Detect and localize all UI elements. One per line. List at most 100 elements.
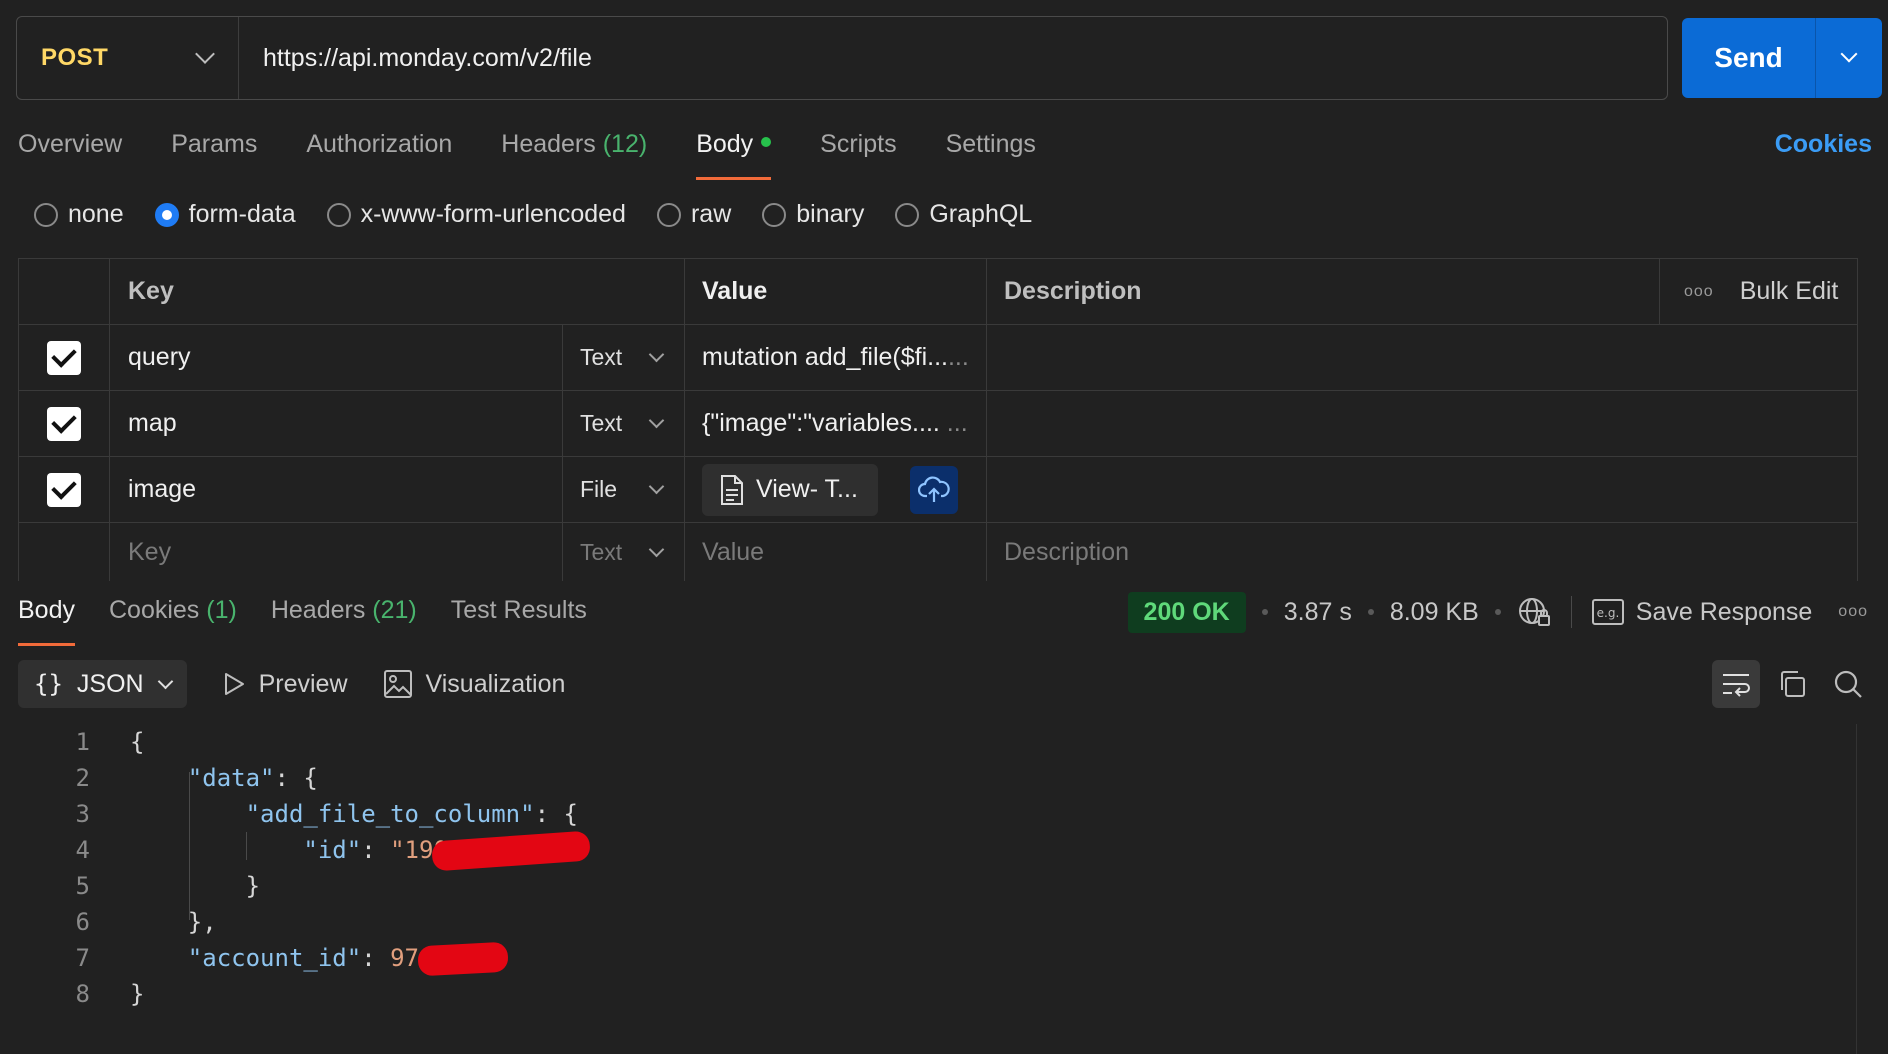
response-tab-headers[interactable]: Headers (21): [271, 590, 417, 646]
tab-scripts[interactable]: Scripts: [820, 124, 896, 180]
response-size[interactable]: 8.09 KB: [1390, 598, 1479, 627]
example-icon: e.g.: [1591, 599, 1624, 625]
value-input[interactable]: Value: [685, 523, 987, 581]
type-select[interactable]: Text: [563, 523, 685, 581]
radio-binary[interactable]: binary: [762, 200, 864, 229]
tab-body[interactable]: Body: [696, 124, 772, 180]
copy-button[interactable]: [1768, 660, 1816, 708]
cloud-upload-button[interactable]: [909, 465, 958, 514]
code-line: 1 {: [0, 724, 1860, 760]
tab-overview[interactable]: Overview: [18, 124, 122, 180]
network-globe-icon[interactable]: [1517, 596, 1551, 628]
radio-form-data[interactable]: form-data: [154, 200, 296, 229]
key-input[interactable]: map: [110, 391, 563, 456]
radio-x-www-form-urlencoded[interactable]: x-www-form-urlencoded: [326, 200, 626, 229]
method-label: POST: [41, 44, 109, 71]
preview-button[interactable]: Preview: [223, 670, 348, 699]
code-text: "add_file_to_column": {: [245, 800, 578, 828]
chevron-down-icon: [157, 673, 173, 689]
svg-text:e.g.: e.g.: [1596, 606, 1619, 620]
value-input[interactable]: {"image":"variables.... ...: [685, 391, 987, 456]
description-input[interactable]: [987, 325, 1857, 390]
header-value: Value: [685, 259, 987, 324]
vertical-scrollbar[interactable]: [1856, 724, 1888, 1054]
table-row: map Text {"image":"variables.... ...: [19, 391, 1857, 457]
body-type-radios: none form-data x-www-form-urlencoded raw…: [34, 200, 1063, 229]
response-code-viewer[interactable]: 1 { 2 "data": { 3 "add_file_to_column": …: [0, 724, 1860, 1012]
divider: [1570, 596, 1572, 628]
radio-none[interactable]: none: [34, 200, 124, 229]
send-button-group: Send: [1682, 18, 1882, 98]
send-options-button[interactable]: [1816, 18, 1882, 98]
modified-indicator: [761, 137, 772, 148]
tab-headers[interactable]: Headers (12): [501, 124, 647, 180]
chevron-down-icon: [648, 478, 665, 495]
request-tabs: Overview Params Authorization Headers (1…: [18, 124, 1085, 180]
separator-dot: [1494, 609, 1501, 615]
tab-settings[interactable]: Settings: [946, 124, 1036, 180]
header-checkbox-cell: [19, 259, 110, 324]
row-checkbox-cell: [19, 523, 110, 581]
braces-icon: {}: [34, 670, 63, 698]
radio-graphql[interactable]: GraphQL: [895, 200, 1032, 229]
chevron-down-icon: [195, 44, 215, 64]
code-text: {: [130, 728, 145, 756]
radio-raw[interactable]: raw: [656, 200, 731, 229]
form-data-table: Key Value Description ooo Bulk Edit quer…: [18, 258, 1858, 581]
row-checkbox[interactable]: [47, 340, 81, 375]
type-select[interactable]: Text: [563, 325, 685, 390]
response-toolbar: {} JSON Preview Visualization: [18, 660, 565, 708]
code-text: },: [187, 908, 217, 936]
response-meta: 200 OK 3.87 s 8.09 KB e.g. Save Response…: [1127, 590, 1868, 634]
description-input[interactable]: Description: [987, 523, 1857, 581]
redaction-mark: [431, 830, 591, 872]
more-options-icon[interactable]: ooo: [1838, 603, 1868, 621]
visualization-button[interactable]: Visualization: [383, 670, 565, 699]
bulk-edit-button[interactable]: Bulk Edit: [1740, 277, 1839, 306]
response-tabs: Body Cookies (1) Headers (21) Test Resul…: [18, 590, 621, 646]
type-select[interactable]: Text: [563, 391, 685, 456]
table-row: query Text mutation add_file($fi......: [19, 325, 1857, 391]
tab-authorization[interactable]: Authorization: [306, 124, 452, 180]
wrap-lines-button[interactable]: [1712, 660, 1760, 708]
response-time[interactable]: 3.87 s: [1284, 598, 1352, 627]
radio-circle: [656, 202, 681, 227]
cookies-link[interactable]: Cookies: [1775, 130, 1872, 159]
chevron-down-icon: [1840, 45, 1858, 63]
line-number: 6: [75, 908, 90, 936]
response-tab-cookies[interactable]: Cookies (1): [109, 590, 237, 646]
response-tab-test-results[interactable]: Test Results: [451, 590, 587, 646]
response-tab-body[interactable]: Body: [18, 590, 75, 646]
description-input[interactable]: [987, 391, 1857, 456]
cloud-upload-icon: [917, 475, 950, 502]
tab-params[interactable]: Params: [171, 124, 257, 180]
row-checkbox[interactable]: [47, 472, 81, 507]
more-options-icon[interactable]: ooo: [1684, 283, 1714, 301]
format-select[interactable]: {} JSON: [18, 660, 187, 708]
send-button[interactable]: Send: [1682, 18, 1816, 98]
method-select[interactable]: POST: [17, 17, 239, 99]
save-response-button[interactable]: e.g. Save Response: [1591, 598, 1812, 627]
line-number: 2: [75, 764, 90, 792]
key-input[interactable]: image: [110, 457, 563, 522]
row-checkbox[interactable]: [47, 406, 81, 441]
file-icon: [721, 474, 743, 505]
copy-icon: [1781, 671, 1805, 697]
table-row-new: Key Text Value Description: [19, 523, 1857, 581]
code-text: "account_id": 97: [187, 944, 419, 972]
file-chip[interactable]: View- T...: [702, 463, 878, 516]
code-text: "id": "190: [303, 836, 448, 864]
value-input[interactable]: mutation add_file($fi......: [685, 325, 987, 390]
row-checkbox-cell: [19, 457, 110, 522]
status-badge[interactable]: 200 OK: [1127, 591, 1246, 633]
description-input[interactable]: [987, 457, 1857, 522]
chevron-down-icon: [648, 541, 665, 557]
key-input[interactable]: query: [110, 325, 563, 390]
search-button[interactable]: [1824, 660, 1872, 708]
url-input[interactable]: https://api.monday.com/v2/file: [239, 44, 592, 73]
key-input[interactable]: Key: [110, 523, 563, 581]
image-icon: [383, 670, 412, 698]
code-text: "data": {: [187, 764, 318, 792]
type-select[interactable]: File: [563, 457, 685, 522]
chevron-down-icon: [648, 346, 665, 363]
